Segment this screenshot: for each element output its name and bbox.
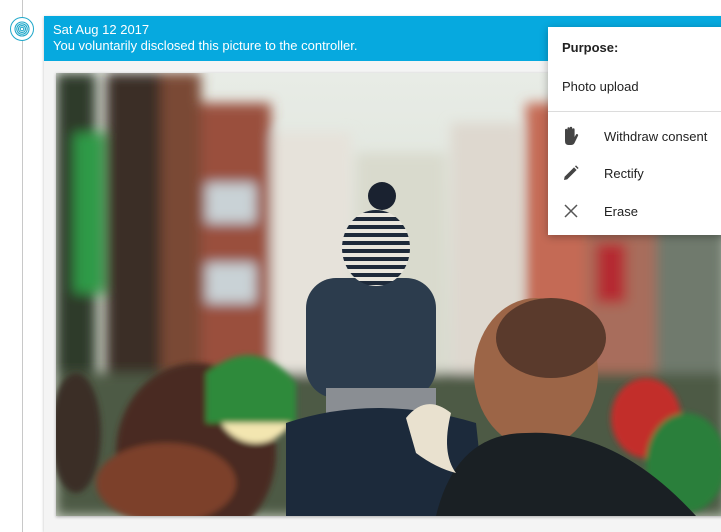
menu-divider: [548, 111, 721, 112]
close-icon: [560, 200, 582, 222]
purpose-value: Photo upload: [562, 79, 639, 94]
pencil-icon: [560, 162, 582, 184]
erase-item[interactable]: Erase: [548, 193, 721, 229]
withdraw-consent-item[interactable]: Withdraw consent: [548, 118, 721, 154]
consent-menu: Purpose: Photo upload Withdraw consent R…: [548, 27, 721, 235]
timeline-line: [22, 0, 23, 532]
hand-icon: [560, 125, 582, 147]
erase-label: Erase: [604, 203, 638, 219]
rectify-label: Rectify: [604, 165, 644, 181]
menu-title: Purpose:: [562, 40, 619, 55]
rectify-item[interactable]: Rectify: [548, 155, 721, 191]
withdraw-consent-label: Withdraw consent: [604, 128, 708, 144]
fingerprint-icon: [14, 21, 30, 37]
timeline-node[interactable]: [10, 17, 34, 41]
